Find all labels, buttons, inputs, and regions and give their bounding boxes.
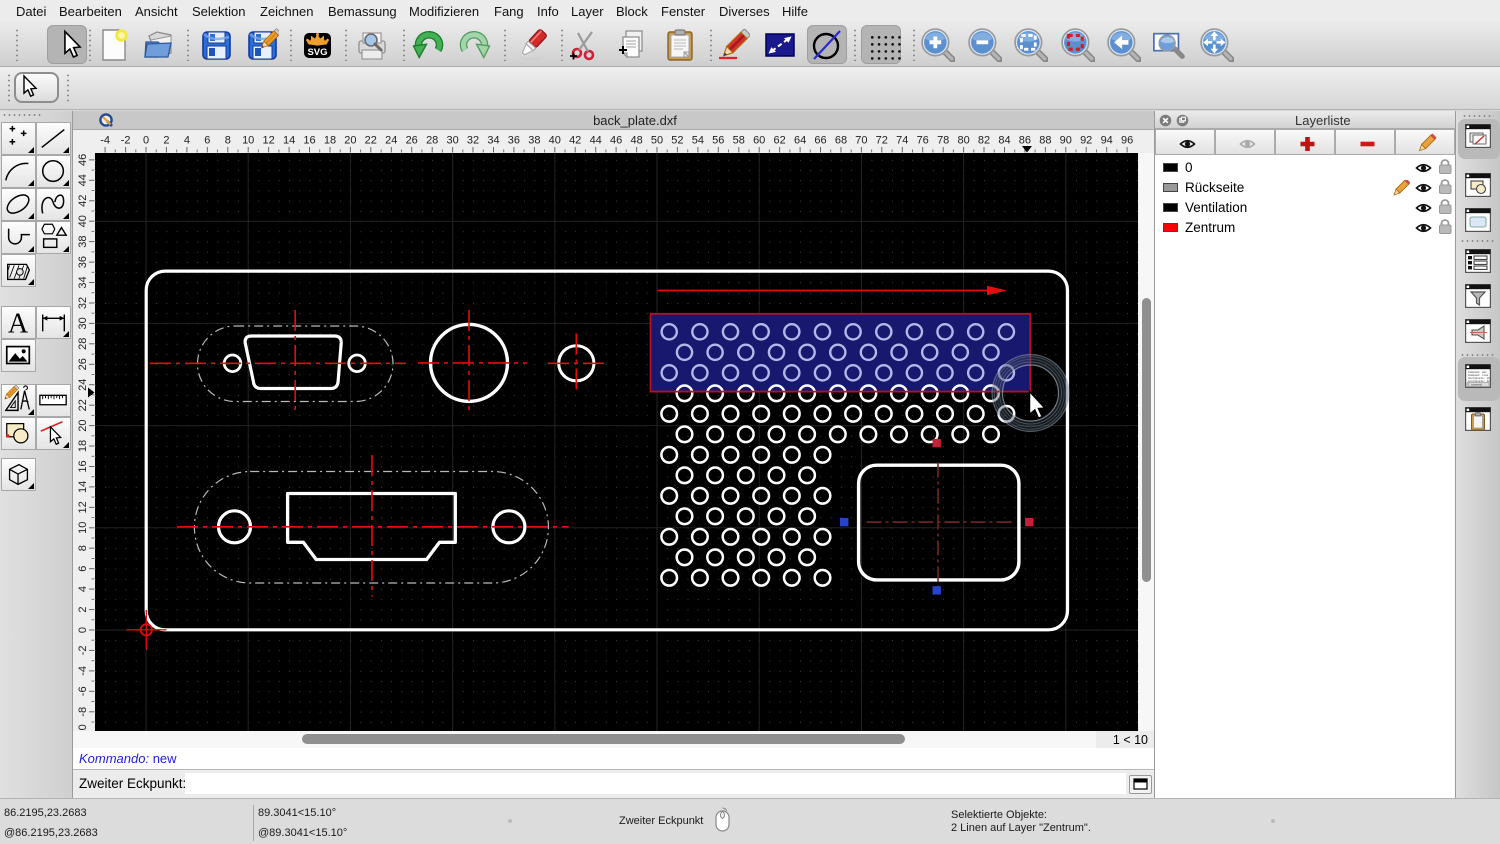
- svg-text:8: 8: [225, 135, 231, 147]
- svg-text:14: 14: [77, 480, 89, 492]
- svg-text:76: 76: [917, 135, 929, 147]
- svg-text:92: 92: [1080, 135, 1092, 147]
- svg-text:-2: -2: [121, 135, 131, 147]
- svg-text:52: 52: [671, 135, 683, 147]
- svg-text:0: 0: [77, 626, 89, 632]
- svg-text:26: 26: [77, 358, 89, 370]
- svg-text:-4: -4: [100, 135, 110, 147]
- svg-text:42: 42: [77, 194, 89, 206]
- svg-text:22: 22: [77, 399, 89, 411]
- svg-text:66: 66: [814, 135, 826, 147]
- svg-text:28: 28: [77, 337, 89, 349]
- svg-text:84: 84: [998, 135, 1010, 147]
- svg-text:44: 44: [590, 135, 602, 147]
- svg-text:16: 16: [303, 135, 315, 147]
- svg-text:62: 62: [773, 135, 785, 147]
- svg-text:32: 32: [77, 296, 89, 308]
- svg-text:24: 24: [77, 378, 89, 390]
- svg-text:4: 4: [184, 135, 190, 147]
- svg-text:36: 36: [508, 135, 520, 147]
- svg-text:6: 6: [204, 135, 210, 147]
- svg-text:46: 46: [77, 153, 89, 165]
- svg-text:14: 14: [283, 135, 295, 147]
- svg-text:4: 4: [77, 586, 89, 592]
- svg-text:54: 54: [692, 135, 704, 147]
- svg-text:18: 18: [77, 439, 89, 451]
- svg-text:12: 12: [262, 135, 274, 147]
- svg-text:42: 42: [569, 135, 581, 147]
- svg-text:16: 16: [77, 460, 89, 472]
- svg-text:56: 56: [712, 135, 724, 147]
- svg-text:34: 34: [77, 276, 89, 288]
- svg-text:36: 36: [77, 255, 89, 267]
- svg-text:0: 0: [143, 135, 149, 147]
- svg-text:10: 10: [77, 521, 89, 533]
- svg-text:SVG: SVG: [307, 47, 327, 58]
- svg-text:50: 50: [651, 135, 663, 147]
- svg-text:-10: -10: [77, 724, 89, 731]
- svg-text:90: 90: [1060, 135, 1072, 147]
- svg-text:78: 78: [937, 135, 949, 147]
- svg-text:94: 94: [1101, 135, 1113, 147]
- svg-text:72: 72: [876, 135, 888, 147]
- svg-text:44: 44: [77, 174, 89, 186]
- svg-text:10: 10: [242, 135, 254, 147]
- svg-text:60: 60: [753, 135, 765, 147]
- svg-text:-2: -2: [77, 645, 89, 655]
- svg-text:12: 12: [77, 501, 89, 513]
- svg-text:-6: -6: [77, 686, 89, 696]
- svg-text:58: 58: [733, 135, 745, 147]
- svg-text:68: 68: [835, 135, 847, 147]
- svg-text:86: 86: [1019, 135, 1031, 147]
- svg-text:48: 48: [630, 135, 642, 147]
- svg-text:18: 18: [324, 135, 336, 147]
- svg-text:24: 24: [385, 135, 397, 147]
- svg-text:30: 30: [77, 317, 89, 329]
- svg-text:-8: -8: [77, 706, 89, 716]
- svg-text:96: 96: [1121, 135, 1133, 147]
- svg-text:C command: C command: [1468, 383, 1482, 387]
- svg-text:A: A: [8, 308, 29, 338]
- svg-text:38: 38: [77, 235, 89, 247]
- svg-text:-4: -4: [77, 666, 89, 676]
- svg-text:20: 20: [77, 419, 89, 431]
- svg-text:32: 32: [467, 135, 479, 147]
- svg-text:34: 34: [487, 135, 499, 147]
- svg-text:22: 22: [365, 135, 377, 147]
- svg-text:64: 64: [794, 135, 806, 147]
- svg-text:38: 38: [528, 135, 540, 147]
- svg-text:20: 20: [344, 135, 356, 147]
- svg-text:26: 26: [406, 135, 418, 147]
- svg-text:2: 2: [163, 135, 169, 147]
- svg-text:28: 28: [426, 135, 438, 147]
- svg-text:70: 70: [855, 135, 867, 147]
- svg-text:40: 40: [549, 135, 561, 147]
- svg-text:6: 6: [77, 565, 89, 571]
- svg-text:74: 74: [896, 135, 908, 147]
- svg-text:8: 8: [77, 545, 89, 551]
- svg-text:46: 46: [610, 135, 622, 147]
- svg-text:82: 82: [978, 135, 990, 147]
- svg-text:80: 80: [957, 135, 969, 147]
- svg-text:88: 88: [1039, 135, 1051, 147]
- svg-text:30: 30: [446, 135, 458, 147]
- svg-text:2: 2: [77, 606, 89, 612]
- svg-text:40: 40: [77, 215, 89, 227]
